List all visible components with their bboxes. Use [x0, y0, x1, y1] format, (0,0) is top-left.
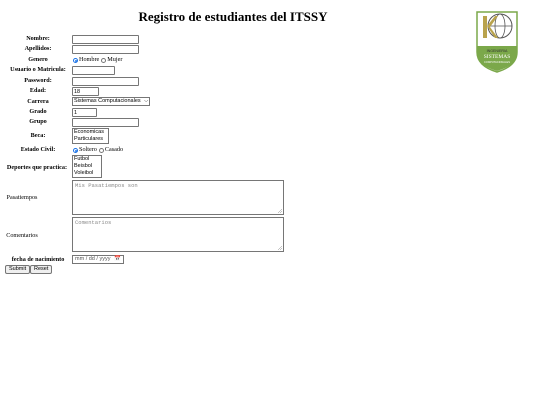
- nombre-label: Nombre:: [26, 35, 50, 42]
- fecha-input[interactable]: mm / dd / yyyy 📅: [72, 255, 124, 264]
- fecha-label: fecha de nacimiento: [11, 256, 65, 263]
- svg-text:COMPUTACIONALES: COMPUTACIONALES: [484, 60, 510, 64]
- fecha-placeholder: mm / dd / yyyy: [75, 256, 111, 262]
- genero-mujer-label: Mujer: [107, 56, 123, 63]
- grupo-label: Grupo: [29, 118, 47, 125]
- comentarios-label: Comentarios: [6, 232, 38, 239]
- genero-mujer-radio[interactable]: [101, 57, 107, 63]
- estado-soltero-radio[interactable]: [73, 147, 78, 153]
- reset-button[interactable]: Reset: [30, 265, 53, 274]
- password-label: Password:: [24, 77, 52, 84]
- beca-listbox[interactable]: Economicas Particulares: [72, 128, 109, 144]
- pasatiempos-textarea[interactable]: Mis Pasatiempos son: [72, 180, 284, 215]
- resize-grip-icon[interactable]: [278, 209, 282, 213]
- list-item[interactable]: Futbol: [74, 156, 100, 163]
- list-item[interactable]: Economicas: [74, 129, 107, 136]
- apellidos-input[interactable]: [72, 45, 139, 54]
- genero-hombre-label: Hombre: [79, 56, 100, 63]
- deportes-listbox[interactable]: Futbol Beisbol Voleibol: [72, 155, 102, 178]
- genero-group: Hombre Mujer: [72, 56, 122, 64]
- edad-label: Edad:: [29, 87, 47, 94]
- grado-input[interactable]: [72, 108, 97, 117]
- grupo-input[interactable]: [72, 118, 139, 127]
- chevron-down-icon: ⌵: [144, 98, 148, 104]
- page-title: Registro de estudiantes del ITSSY: [138, 9, 328, 24]
- list-item[interactable]: Beisbol: [74, 163, 100, 170]
- password-input[interactable]: [72, 77, 139, 86]
- genero-label: Genero: [28, 56, 48, 63]
- svg-text:INGENIERIA: INGENIERIA: [487, 49, 508, 53]
- pasatiempos-placeholder: Mis Pasatiempos son: [75, 182, 138, 189]
- comentarios-placeholder: Comentarios: [75, 219, 112, 226]
- nombre-input[interactable]: [72, 35, 139, 44]
- carrera-label: Carrera: [27, 98, 49, 105]
- estado-casado-label: Casado: [104, 146, 124, 153]
- deportes-label: Deportes que practica:: [6, 164, 68, 171]
- itssy-logo: INGENIERIA SISTEMAS COMPUTACIONALES: [476, 11, 518, 73]
- comentarios-textarea[interactable]: Comentarios: [72, 217, 284, 252]
- carrera-select[interactable]: Sistemas Computacionales ⌵: [72, 97, 150, 106]
- submit-button[interactable]: Submit: [5, 265, 31, 274]
- usuario-input[interactable]: [72, 66, 115, 75]
- usuario-label: Usuario o Matricula:: [10, 66, 66, 73]
- estado-casado-radio[interactable]: [98, 147, 104, 153]
- beca-label: Beca:: [30, 132, 46, 139]
- estado-civil-group: Soltero Casado: [72, 146, 123, 154]
- genero-hombre-radio[interactable]: [73, 57, 78, 63]
- estado-soltero-label: Soltero: [79, 146, 97, 153]
- apellidos-label: Apellidos:: [24, 45, 52, 52]
- estado-civil-label: Estado Civil:: [20, 146, 56, 153]
- resize-grip-icon[interactable]: [278, 246, 282, 250]
- pasatiempos-label: Pasatiempos: [6, 194, 38, 201]
- edad-input[interactable]: [72, 87, 99, 96]
- svg-text:SISTEMAS: SISTEMAS: [484, 54, 511, 60]
- calendar-icon[interactable]: 📅: [114, 256, 121, 263]
- list-item[interactable]: Particulares: [74, 136, 107, 143]
- list-item[interactable]: Voleibol: [74, 170, 100, 177]
- carrera-selected-value: Sistemas Computacionales: [74, 98, 141, 104]
- grado-label: Grado: [29, 108, 47, 115]
